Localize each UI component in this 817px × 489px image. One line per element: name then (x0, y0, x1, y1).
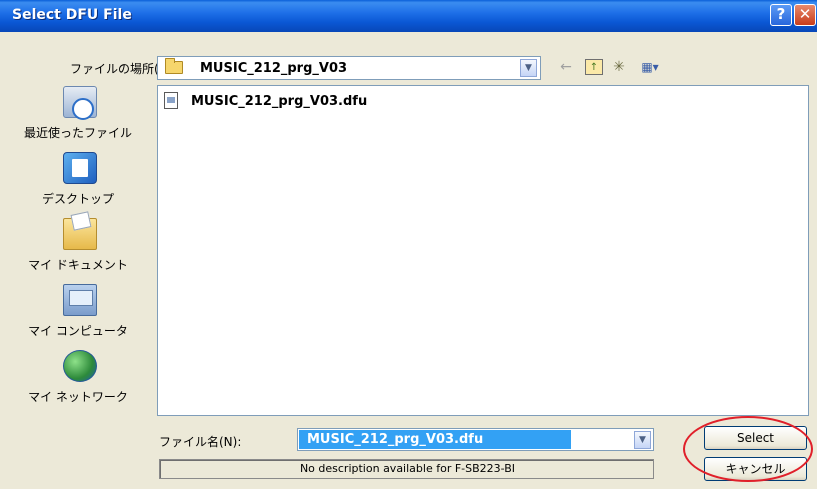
place-label: 最近使ったファイル (23, 126, 132, 140)
back-icon[interactable]: ← (557, 58, 575, 76)
place-recent-files[interactable]: 最近使ったファイル (15, 82, 141, 150)
new-folder-icon[interactable]: ✳ (609, 58, 629, 76)
window-title: Select DFU File (12, 7, 132, 23)
place-my-network[interactable]: マイ ネットワーク (15, 346, 141, 414)
help-button[interactable]: ? (770, 4, 792, 26)
desktop-icon (63, 152, 97, 184)
look-in-label: ファイルの場所(I): (70, 62, 171, 76)
description-text: No description available for F-SB223-BI (299, 462, 516, 475)
chevron-down-icon[interactable]: ▼ (520, 59, 537, 77)
folder-icon (165, 58, 183, 74)
description-bar: No description available for F-SB223-BI (159, 459, 654, 479)
file-name: MUSIC_212_prg_V03.dfu (191, 94, 368, 109)
dfu-file-icon (164, 92, 178, 109)
select-button[interactable]: Select (704, 426, 807, 450)
place-label: デスクトップ (41, 192, 114, 206)
look-in-value: MUSIC_212_prg_V03 (200, 61, 348, 76)
places-bar: 最近使ったファイル デスクトップ マイ ドキュメント マイ コンピュータ マイ … (15, 82, 141, 416)
filename-label: ファイル名(N): (159, 435, 242, 449)
cancel-button[interactable]: キャンセル (704, 457, 807, 481)
up-folder-icon[interactable]: ↑ (585, 59, 603, 75)
my-computer-icon (63, 284, 97, 316)
filename-value[interactable]: MUSIC_212_prg_V03.dfu (299, 430, 571, 449)
recent-files-icon (63, 86, 97, 120)
title-bar[interactable]: Select DFU File ? ✕ (0, 0, 817, 32)
place-label: マイ ネットワーク (28, 390, 128, 404)
look-in-dropdown[interactable]: MUSIC_212_prg_V03 ▼ (157, 56, 541, 80)
place-desktop[interactable]: デスクトップ (15, 148, 141, 216)
filename-input[interactable]: MUSIC_212_prg_V03.dfu ▼ (297, 428, 654, 451)
close-button[interactable]: ✕ (794, 4, 816, 26)
my-documents-icon (63, 218, 97, 250)
view-menu-icon[interactable]: ▦▾ (637, 58, 663, 76)
place-my-documents[interactable]: マイ ドキュメント (15, 214, 141, 282)
chevron-down-icon[interactable]: ▼ (634, 431, 651, 449)
place-label: マイ ドキュメント (28, 258, 128, 272)
place-label: マイ コンピュータ (28, 324, 128, 338)
my-network-icon (63, 350, 97, 382)
select-dfu-file-dialog: Select DFU File ? ✕ ファイルの場所(I): MUSIC_21… (0, 0, 817, 489)
place-my-computer[interactable]: マイ コンピュータ (15, 280, 141, 348)
file-list[interactable]: MUSIC_212_prg_V03.dfu (157, 85, 809, 416)
